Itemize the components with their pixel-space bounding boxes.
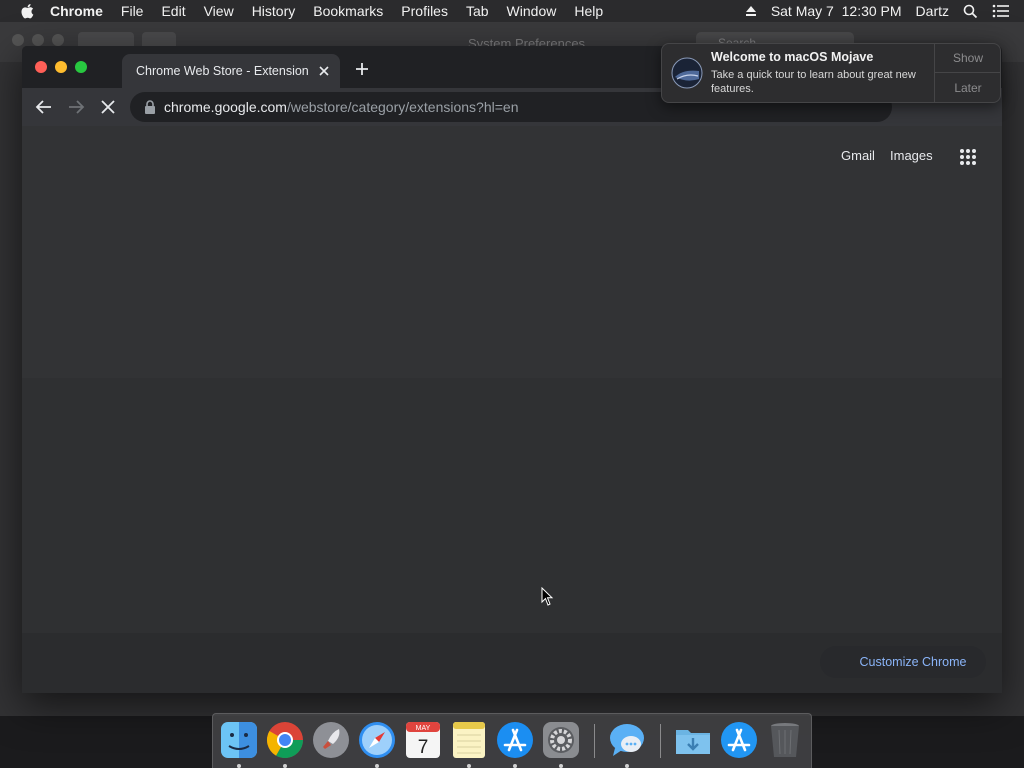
app-store-icon[interactable] — [719, 720, 759, 760]
notification-later-button[interactable]: Later — [935, 73, 1001, 102]
safari-running-dot — [375, 764, 379, 768]
close-window-button[interactable] — [35, 61, 47, 73]
menu-bookmarks[interactable]: Bookmarks — [313, 3, 383, 19]
url-path: /webstore/category/extensions?hl=en — [286, 99, 519, 115]
messages-running-dot — [625, 764, 629, 768]
menu-app-name[interactable]: Chrome — [50, 3, 103, 19]
mouse-cursor-icon — [541, 587, 554, 606]
chrome-running-dot — [283, 764, 287, 768]
menu-bar: Chrome File Edit View History Bookmarks … — [0, 0, 1024, 22]
menu-file[interactable]: File — [121, 3, 144, 19]
menu-window[interactable]: Window — [507, 3, 557, 19]
stop-loading-icon[interactable] — [99, 98, 117, 116]
mojave-notification[interactable]: Welcome to macOS Mojave Take a quick tou… — [661, 43, 1001, 103]
page-content: Gmail Images Customize Chrome — [22, 126, 1002, 693]
mojave-icon — [671, 57, 703, 89]
minimize-window-button[interactable] — [55, 61, 67, 73]
customize-chrome-button[interactable]: Customize Chrome — [820, 646, 986, 678]
chrome-icon[interactable] — [265, 720, 305, 760]
chrome-window: Chrome Web Store - Extension chrome.goog… — [22, 46, 1002, 693]
notes-running-dot — [467, 764, 471, 768]
calendar-day-label: 7 — [418, 737, 429, 758]
notification-center-icon[interactable] — [992, 4, 1010, 18]
calendar-month-label: MAY — [416, 725, 431, 732]
url-host: chrome.google.com — [164, 99, 287, 115]
images-link[interactable]: Images — [890, 148, 933, 163]
tab-chrome-web-store[interactable]: Chrome Web Store - Extension — [122, 54, 340, 88]
menubar-user[interactable]: Dartz — [916, 3, 949, 19]
messages-icon[interactable] — [607, 720, 647, 760]
calendar-icon[interactable]: MAY 7 — [403, 720, 443, 760]
notification-show-button[interactable]: Show — [935, 44, 1001, 73]
downloads-folder-icon[interactable] — [673, 720, 713, 760]
app-store-icon[interactable] — [495, 720, 535, 760]
dock-separator — [594, 724, 595, 758]
forward-arrow-icon[interactable] — [67, 98, 85, 116]
launchpad-icon[interactable] — [311, 720, 351, 760]
spotlight-search-icon[interactable] — [963, 4, 978, 19]
zoom-window-button[interactable] — [75, 61, 87, 73]
finder-icon[interactable] — [219, 720, 259, 760]
notes-icon[interactable] — [449, 720, 489, 760]
notification-title: Welcome to macOS Mojave — [711, 50, 874, 64]
menubar-clock[interactable]: Sat May 7 12:30 PM — [771, 3, 902, 19]
eject-icon[interactable] — [745, 5, 757, 17]
bg-close-button[interactable] — [12, 34, 24, 46]
page-lower-area — [22, 378, 1002, 633]
trash-icon[interactable] — [765, 720, 805, 760]
finder-running-dot — [237, 764, 241, 768]
dock: MAY 7 — [212, 713, 812, 768]
menu-history[interactable]: History — [252, 3, 296, 19]
notification-body: Take a quick tour to learn about great n… — [711, 69, 916, 95]
system-preferences-running-dot — [559, 764, 563, 768]
menu-view[interactable]: View — [204, 3, 234, 19]
close-tab-icon[interactable] — [316, 63, 332, 79]
safari-icon[interactable] — [357, 720, 397, 760]
gmail-link[interactable]: Gmail — [841, 148, 875, 163]
system-preferences-icon[interactable] — [541, 720, 581, 760]
menu-edit[interactable]: Edit — [161, 3, 185, 19]
notification-actions: Show Later — [934, 44, 1001, 102]
plus-icon[interactable] — [354, 61, 370, 77]
menu-tab[interactable]: Tab — [466, 3, 489, 19]
apple-icon[interactable] — [18, 1, 38, 21]
menu-profiles[interactable]: Profiles — [401, 3, 448, 19]
back-arrow-icon[interactable] — [35, 98, 53, 116]
menu-help[interactable]: Help — [574, 3, 603, 19]
dock-separator-2 — [660, 724, 661, 758]
customize-chrome-label: Customize Chrome — [859, 655, 967, 669]
google-apps-grid-icon[interactable] — [959, 148, 977, 166]
tab-title: Chrome Web Store - Extension — [136, 64, 309, 78]
app-store-running-dot — [513, 764, 517, 768]
bg-minimize-button[interactable] — [32, 34, 44, 46]
bg-zoom-button[interactable] — [52, 34, 64, 46]
lock-icon[interactable] — [144, 100, 156, 114]
